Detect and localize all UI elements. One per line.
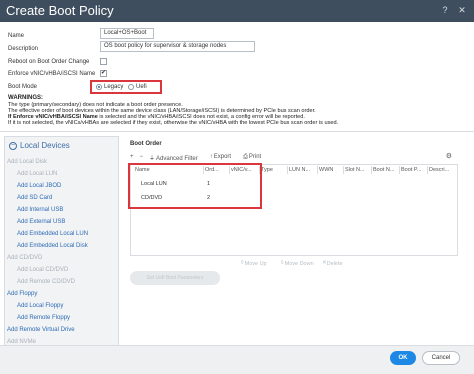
column-header[interactable]: Boot P...: [401, 167, 421, 173]
device-item: Add Local Disk: [7, 159, 48, 165]
column-separator: [343, 166, 344, 174]
row-actions: ⇧ Move Up ⇩ Move Down ✕ Delete: [130, 259, 458, 269]
set-uefi-params-button[interactable]: Set Uefi Boot Parameters: [130, 271, 220, 285]
remove-icon[interactable]: −: [140, 154, 144, 160]
device-item: Add Local LUN: [17, 171, 58, 177]
device-item: Add CD/DVD: [7, 255, 43, 261]
device-item: Add Local CD/DVD: [17, 267, 69, 273]
add-icon[interactable]: +: [130, 154, 134, 160]
export-label: Export: [213, 154, 232, 160]
device-item[interactable]: Add Local Floppy: [17, 303, 63, 309]
local-devices-panel: − Local Devices Add Local Disk Add Local …: [4, 136, 119, 346]
close-icon[interactable]: ✕: [456, 4, 468, 16]
column-header[interactable]: Descri...: [429, 167, 449, 173]
column-header[interactable]: Type: [261, 167, 273, 173]
dialog-title: Create Boot Policy: [6, 3, 114, 18]
collapse-icon[interactable]: −: [9, 141, 17, 150]
column-separator: [287, 166, 288, 174]
device-item[interactable]: Add Remote Floppy: [17, 315, 70, 321]
advanced-filter-button[interactable]: ⏚Advanced Filter: [149, 153, 204, 162]
print-button[interactable]: ⎙Print: [243, 154, 267, 161]
boot-mode-highlight: Legacy Uefi: [90, 80, 162, 94]
local-devices-header[interactable]: − Local Devices: [9, 141, 70, 150]
boot-order-toolbar: + − ⏚Advanced Filter ↑Export ⎙Print ⚙: [130, 152, 458, 162]
description-field[interactable]: OS boot policy for supervisor & storage …: [100, 41, 255, 52]
help-icon[interactable]: ?: [439, 4, 451, 16]
move-down-button[interactable]: ⇩ Move Down: [280, 260, 314, 267]
delete-label: Delete: [326, 261, 343, 267]
gear-icon[interactable]: ⚙: [446, 152, 452, 160]
column-separator: [427, 166, 428, 174]
local-devices-title: Local Devices: [20, 141, 70, 150]
uefi-radio[interactable]: Uefi: [128, 84, 147, 90]
name-field[interactable]: Local+OS+Boot: [100, 28, 154, 39]
column-header[interactable]: LUN N...: [289, 167, 310, 173]
export-button[interactable]: ↑Export: [210, 154, 237, 160]
device-item: Add Remote CD/DVD: [17, 279, 76, 285]
boot-order-title: Boot Order: [130, 141, 162, 147]
device-item[interactable]: Add Floppy: [7, 291, 37, 297]
export-icon: ↑: [209, 154, 213, 160]
device-item[interactable]: Add External USB: [17, 219, 65, 225]
warning-line-4: If it is not selected, the vNICs/vHBAs a…: [8, 120, 339, 126]
reboot-label: Reboot on Boot Order Change: [8, 59, 90, 65]
device-item[interactable]: Add Embedded Local LUN: [17, 231, 88, 237]
column-separator: [317, 166, 318, 174]
move-down-label: Move Down: [284, 261, 314, 267]
column-separator: [399, 166, 400, 174]
enforce-checkbox[interactable]: [100, 69, 107, 77]
column-separator: [371, 166, 372, 174]
warnings-title: WARNINGS:: [8, 95, 43, 101]
legacy-label: Legacy: [104, 84, 124, 90]
reboot-checkbox[interactable]: [100, 58, 107, 65]
boot-mode-label: Boot Mode: [8, 84, 38, 90]
device-item[interactable]: Add Internal USB: [17, 207, 63, 213]
device-item[interactable]: Add Remote Virtual Drive: [7, 327, 75, 333]
advanced-filter-label: Advanced Filter: [156, 155, 198, 162]
filter-icon: ⏚: [149, 155, 156, 162]
legacy-radio[interactable]: Legacy: [96, 84, 123, 90]
enforce-label: Enforce vNIC/vHBA/iSCSI Name: [8, 71, 96, 77]
print-icon: ⎙: [243, 153, 248, 160]
section-divider: [0, 131, 474, 132]
uefi-label: Uefi: [136, 84, 147, 90]
name-label: Name: [8, 33, 25, 39]
move-up-button[interactable]: ⇧ Move Up: [240, 260, 267, 267]
radio-selected-icon: [96, 84, 102, 90]
title-bar: Create Boot Policy ? ✕: [0, 0, 474, 22]
description-label: Description: [8, 46, 39, 52]
device-item[interactable]: Add SD Card: [17, 195, 52, 201]
print-label: Print: [248, 153, 262, 160]
column-header[interactable]: Boot N...: [373, 167, 394, 173]
column-header[interactable]: WWN: [319, 167, 333, 173]
device-item[interactable]: Add Embedded Local Disk: [17, 243, 88, 249]
radio-unselected-icon: [128, 84, 134, 90]
delete-button[interactable]: ✕ Delete: [322, 260, 343, 267]
rows-highlight: [128, 163, 262, 209]
device-item[interactable]: Add Local JBOD: [17, 183, 61, 189]
move-up-label: Move Up: [244, 261, 267, 267]
ok-button[interactable]: OK: [390, 351, 416, 365]
column-header[interactable]: Slot N...: [345, 167, 365, 173]
cancel-button[interactable]: Cancel: [422, 351, 460, 365]
